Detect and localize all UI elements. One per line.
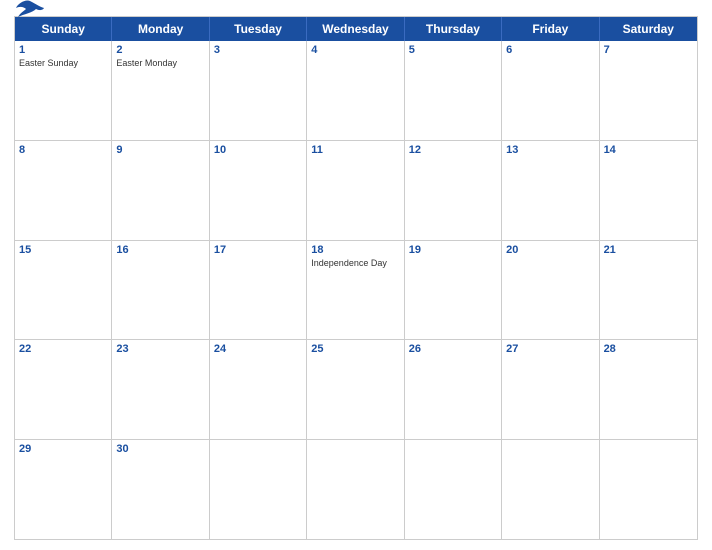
cal-cell: 2 Easter Monday <box>112 41 209 140</box>
cal-cell: 1 Easter Sunday <box>15 41 112 140</box>
cal-cell: 20 <box>502 241 599 340</box>
day-header-friday: Friday <box>502 17 599 41</box>
date-number: 2 <box>116 44 204 56</box>
holiday-label: Easter Sunday <box>19 58 107 69</box>
date-number: 1 <box>19 44 107 56</box>
cal-cell <box>307 440 404 539</box>
week-row-1: 1 Easter Sunday 2 Easter Monday 34567 <box>15 41 697 141</box>
day-header-wednesday: Wednesday <box>307 17 404 41</box>
date-number: 9 <box>116 144 204 156</box>
day-header-monday: Monday <box>112 17 209 41</box>
cal-cell <box>502 440 599 539</box>
date-number: 12 <box>409 144 497 156</box>
date-number: 28 <box>604 343 693 355</box>
date-number: 30 <box>116 443 204 455</box>
date-number: 16 <box>116 244 204 256</box>
day-header-sunday: Sunday <box>15 17 112 41</box>
cal-cell: 29 <box>15 440 112 539</box>
logo-bird-icon <box>16 0 44 17</box>
week-row-5: 29 30 <box>15 440 697 539</box>
cal-cell: 23 <box>112 340 209 439</box>
holiday-label: Independence Day <box>311 258 399 269</box>
cal-cell: 12 <box>405 141 502 240</box>
cal-cell <box>600 440 697 539</box>
date-number: 26 <box>409 343 497 355</box>
cal-cell: 26 <box>405 340 502 439</box>
cal-cell: 30 <box>112 440 209 539</box>
day-header-thursday: Thursday <box>405 17 502 41</box>
cal-cell: 25 <box>307 340 404 439</box>
date-number: 4 <box>311 44 399 56</box>
date-number: 3 <box>214 44 302 56</box>
week-row-4: 22 23 24 25 26 27 28 <box>15 340 697 440</box>
week-row-2: 89 10 11 12 13 14 <box>15 141 697 241</box>
cal-cell: 4 <box>307 41 404 140</box>
day-header-tuesday: Tuesday <box>210 17 307 41</box>
logo <box>14 1 44 19</box>
date-number: 22 <box>19 343 107 355</box>
holiday-label: Easter Monday <box>116 58 204 69</box>
week-row-3: 15 16 17 18 Independence Day 19 20 21 <box>15 241 697 341</box>
cal-cell: 7 <box>600 41 697 140</box>
cal-cell <box>210 440 307 539</box>
cal-cell: 15 <box>15 241 112 340</box>
date-number: 15 <box>19 244 107 256</box>
date-number: 8 <box>19 144 107 156</box>
date-number: 7 <box>604 44 693 56</box>
cal-cell <box>405 440 502 539</box>
date-number: 5 <box>409 44 497 56</box>
date-number: 17 <box>214 244 302 256</box>
date-number: 19 <box>409 244 497 256</box>
cal-cell: 17 <box>210 241 307 340</box>
date-number: 24 <box>214 343 302 355</box>
date-number: 18 <box>311 244 399 256</box>
date-number: 11 <box>311 144 399 156</box>
cal-cell: 13 <box>502 141 599 240</box>
cal-cell: 10 <box>210 141 307 240</box>
cal-cell: 5 <box>405 41 502 140</box>
cal-cell: 11 <box>307 141 404 240</box>
cal-cell: 27 <box>502 340 599 439</box>
calendar-body: 1 Easter Sunday 2 Easter Monday 34567 89 10 11 1… <box>15 41 697 539</box>
date-number: 21 <box>604 244 693 256</box>
date-number: 20 <box>506 244 594 256</box>
calendar-header: SundayMondayTuesdayWednesdayThursdayFrid… <box>15 17 697 41</box>
date-number: 13 <box>506 144 594 156</box>
date-number: 10 <box>214 144 302 156</box>
date-number: 29 <box>19 443 107 455</box>
cal-cell: 21 <box>600 241 697 340</box>
date-number: 23 <box>116 343 204 355</box>
day-header-saturday: Saturday <box>600 17 697 41</box>
cal-cell: 18 Independence Day <box>307 241 404 340</box>
cal-cell: 6 <box>502 41 599 140</box>
cal-cell: 9 <box>112 141 209 240</box>
cal-cell: 8 <box>15 141 112 240</box>
page: SundayMondayTuesdayWednesdayThursdayFrid… <box>0 0 712 550</box>
calendar: SundayMondayTuesdayWednesdayThursdayFrid… <box>14 16 698 540</box>
date-number: 25 <box>311 343 399 355</box>
date-number: 14 <box>604 144 693 156</box>
cal-cell: 24 <box>210 340 307 439</box>
date-number: 6 <box>506 44 594 56</box>
cal-cell: 22 <box>15 340 112 439</box>
cal-cell: 3 <box>210 41 307 140</box>
cal-cell: 28 <box>600 340 697 439</box>
cal-cell: 19 <box>405 241 502 340</box>
date-number: 27 <box>506 343 594 355</box>
cal-cell: 14 <box>600 141 697 240</box>
cal-cell: 16 <box>112 241 209 340</box>
